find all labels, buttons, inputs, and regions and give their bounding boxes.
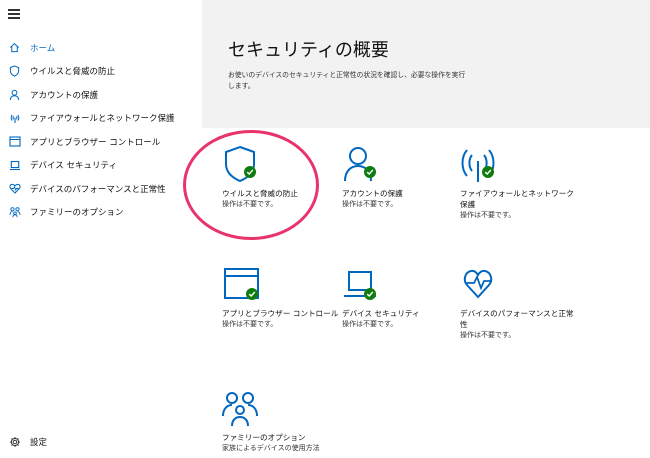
check-icon xyxy=(364,166,376,178)
family-icon xyxy=(8,206,21,219)
card-status: 家族によるデバイスの使用方法 xyxy=(222,444,320,452)
sidebar-item-label: アプリとブラウザー コントロール xyxy=(30,137,161,148)
wifi-signal-icon xyxy=(460,144,504,184)
sidebar-nav: ホーム ウイルスと脅威の防止 アカウントの保護 ファイアウォールとネットワーク保… xyxy=(0,36,202,224)
sidebar-item-label: デバイス セキュリティ xyxy=(30,161,117,172)
person-icon xyxy=(342,144,386,184)
card-account-protection[interactable]: アカウントの保護 操作は不要です。 xyxy=(342,144,460,209)
sidebar-item-firewall[interactable]: ファイアウォールとネットワーク保護 xyxy=(0,107,202,131)
card-title: ウイルスと脅威の防止 xyxy=(222,189,298,198)
card-title: ファミリーのオプション xyxy=(222,433,306,442)
card-family-options[interactable]: ファミリーのオプション 家族によるデバイスの使用方法 xyxy=(222,388,340,453)
family-icon xyxy=(222,388,266,428)
heart-icon xyxy=(8,182,21,195)
page-subtitle: お使いのデバイスのセキュリティと正常性の状況を確認し、必要な操作を実行します。 xyxy=(228,71,466,90)
menu-icon[interactable] xyxy=(8,9,20,19)
check-icon xyxy=(482,166,494,178)
sidebar-item-label: アカウントの保護 xyxy=(30,90,99,101)
card-status: 操作は不要です。 xyxy=(342,200,398,208)
app-window-icon xyxy=(222,264,266,304)
app-window-icon xyxy=(8,135,21,148)
check-icon xyxy=(246,288,258,300)
sidebar-item-home[interactable]: ホーム xyxy=(0,36,202,60)
card-title: ファイアウォールとネットワーク保護 xyxy=(460,189,574,209)
laptop-icon xyxy=(8,159,21,172)
shield-icon xyxy=(222,144,266,184)
card-device-security[interactable]: デバイス セキュリティ 操作は不要です。 xyxy=(342,264,460,329)
card-firewall[interactable]: ファイアウォールとネットワーク保護 操作は不要です。 xyxy=(460,144,578,220)
check-icon xyxy=(364,288,376,300)
home-icon xyxy=(8,41,21,54)
sidebar-item-settings[interactable]: 設定 xyxy=(0,430,47,454)
heart-icon xyxy=(460,264,504,304)
wifi-signal-icon xyxy=(8,112,21,125)
card-status: 操作は不要です。 xyxy=(460,211,516,219)
sidebar-item-device-performance[interactable]: デバイスのパフォーマンスと正常性 xyxy=(0,177,202,201)
sidebar-item-label: ホーム xyxy=(30,43,56,54)
sidebar-item-label: ファミリーのオプション xyxy=(30,208,124,219)
card-device-performance[interactable]: デバイスのパフォーマンスと正常性 操作は不要です。 xyxy=(460,264,578,340)
card-title: デバイス セキュリティ xyxy=(342,309,420,318)
sidebar-item-account-protection[interactable]: アカウントの保護 xyxy=(0,83,202,107)
sidebar: ホーム ウイルスと脅威の防止 アカウントの保護 ファイアウォールとネットワーク保… xyxy=(0,0,202,458)
card-status: 操作は不要です。 xyxy=(222,320,278,328)
card-virus-protection[interactable]: ウイルスと脅威の防止 操作は不要です。 xyxy=(222,144,340,209)
settings-label: 設定 xyxy=(30,437,48,448)
laptop-icon xyxy=(342,264,386,304)
card-status: 操作は不要です。 xyxy=(342,320,398,328)
overview-header: セキュリティの概要 お使いのデバイスのセキュリティと正常性の状況を確認し、必要な… xyxy=(202,0,650,128)
card-title: アプリとブラウザー コントロール xyxy=(222,309,339,318)
person-icon xyxy=(8,88,21,101)
sidebar-item-virus-protection[interactable]: ウイルスと脅威の防止 xyxy=(0,60,202,84)
shield-icon xyxy=(8,65,21,78)
card-title: デバイスのパフォーマンスと正常性 xyxy=(460,309,574,329)
sidebar-item-device-security[interactable]: デバイス セキュリティ xyxy=(0,154,202,178)
card-status: 操作は不要です。 xyxy=(222,200,278,208)
sidebar-item-label: ファイアウォールとネットワーク保護 xyxy=(30,114,175,125)
card-status: 操作は不要です。 xyxy=(460,331,516,339)
card-app-browser[interactable]: アプリとブラウザー コントロール 操作は不要です。 xyxy=(222,264,340,329)
sidebar-item-label: デバイスのパフォーマンスと正常性 xyxy=(30,184,166,195)
sidebar-item-app-browser[interactable]: アプリとブラウザー コントロール xyxy=(0,130,202,154)
card-title: アカウントの保護 xyxy=(342,189,403,198)
page-title: セキュリティの概要 xyxy=(228,40,389,61)
gear-icon xyxy=(8,435,21,448)
sidebar-item-family-options[interactable]: ファミリーのオプション xyxy=(0,201,202,225)
sidebar-item-label: ウイルスと脅威の防止 xyxy=(30,67,116,78)
check-icon xyxy=(244,166,256,178)
